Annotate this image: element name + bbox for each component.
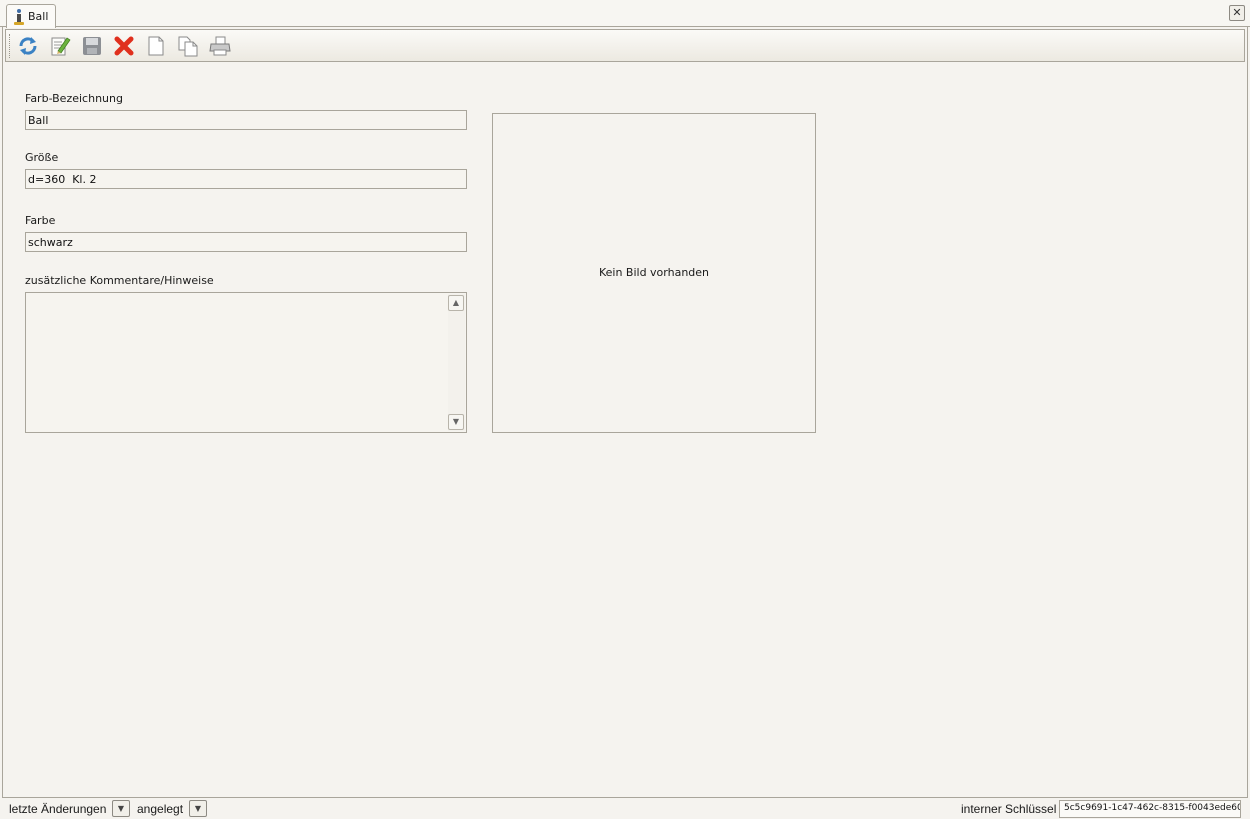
farbe-label: Farbe (25, 214, 56, 227)
scroll-up-button[interactable]: ▲ (448, 295, 464, 311)
status-bar: letzte Änderungen ▼ angelegt ▼ interner … (2, 797, 1248, 819)
last-changes-label: letzte Änderungen (9, 802, 107, 816)
refresh-button[interactable] (16, 34, 40, 58)
internal-key-field[interactable]: 5c5c9691-1c47-462c-8315-f0043ede604b (1059, 800, 1241, 818)
created-dropdown[interactable]: ▼ (189, 800, 207, 817)
tab-strip (0, 0, 1250, 27)
chevron-up-icon: ▲ (452, 298, 460, 307)
toolbar (5, 29, 1245, 62)
save-button[interactable] (80, 34, 104, 58)
delete-button[interactable] (112, 34, 136, 58)
new-button[interactable] (144, 34, 168, 58)
chevron-down-icon: ▼ (117, 804, 125, 813)
no-image-text: Kein Bild vorhanden (598, 265, 710, 279)
copy-icon (178, 36, 198, 56)
delete-icon (114, 36, 134, 55)
last-changes-dropdown[interactable]: ▼ (112, 800, 130, 817)
info-icon (13, 8, 25, 25)
edit-icon (51, 37, 71, 55)
chevron-down-icon: ▼ (452, 417, 460, 426)
edit-button[interactable] (48, 34, 72, 58)
farb-bezeichnung-field[interactable]: Ball (25, 110, 467, 130)
groesse-label: Größe (25, 151, 59, 164)
close-tab-button[interactable]: ✕ (1229, 5, 1245, 21)
chevron-down-icon: ▼ (194, 804, 202, 813)
created-label: angelegt (137, 802, 184, 816)
copy-button[interactable] (176, 34, 200, 58)
save-icon (83, 36, 101, 55)
print-icon (209, 36, 231, 55)
kommentare-label: zusätzliche Kommentare/Hinweise (25, 274, 214, 287)
farb-bezeichnung-label: Farb-Bezeichnung (25, 92, 123, 105)
image-panel[interactable]: Kein Bild vorhanden (492, 113, 816, 433)
farbe-field[interactable]: schwarz (25, 232, 467, 252)
close-icon: ✕ (1232, 6, 1242, 19)
new-document-icon (148, 36, 164, 55)
toolbar-grip (9, 34, 12, 58)
internal-key-label: interner Schlüssel (961, 802, 1057, 816)
refresh-icon (19, 36, 37, 55)
groesse-field[interactable]: d=360 Kl. 2 (25, 169, 467, 189)
kommentare-scrollbar[interactable]: ▲ ▼ (448, 294, 465, 431)
tab-label: Ball (28, 10, 49, 23)
scroll-down-button[interactable]: ▼ (448, 414, 464, 430)
kommentare-textarea[interactable]: ▲ ▼ (25, 292, 467, 433)
tab-ball[interactable]: Ball (6, 4, 56, 28)
print-button[interactable] (208, 34, 232, 58)
